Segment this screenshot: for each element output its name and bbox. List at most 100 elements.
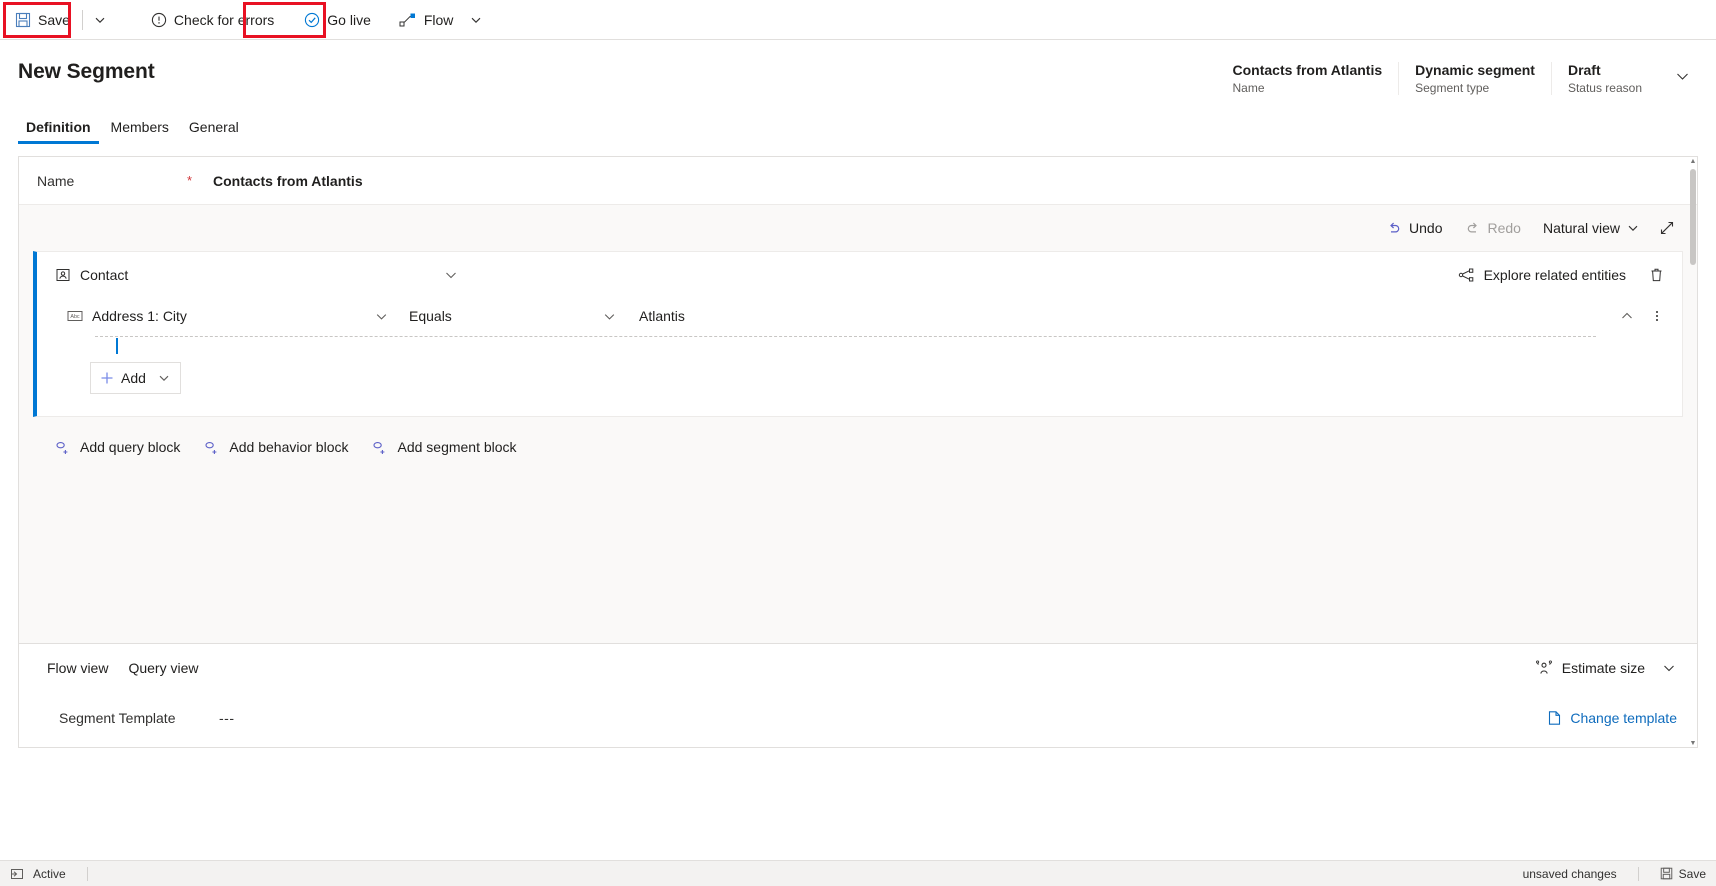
text-attribute-icon: Abc <box>67 309 83 323</box>
add-condition-button[interactable]: Add <box>90 362 181 394</box>
add-behavior-block-label: Add behavior block <box>229 439 349 455</box>
builder-footer: Flow view Query view Estimate size Segme… <box>19 643 1697 747</box>
save-label: Save <box>38 11 70 28</box>
name-field-label: Name <box>37 172 75 189</box>
scroll-down-arrow-icon[interactable]: ▼ <box>1689 739 1697 747</box>
add-block-icon <box>372 440 388 455</box>
add-query-block-button[interactable]: Add query block <box>47 431 188 463</box>
estimate-size-button[interactable]: Estimate size <box>1527 652 1653 684</box>
query-block-header: Contact Explore related entities <box>37 252 1682 298</box>
condition-attribute-field[interactable]: Abc Address 1: City <box>67 308 367 324</box>
query-block-contact: Contact Explore related entities Abc Add… <box>33 251 1683 417</box>
view-mode-dropdown[interactable]: Natural view <box>1533 212 1649 244</box>
footer-view-row: Flow view Query view Estimate size <box>19 644 1697 692</box>
footer-template-row: Segment Template --- Change template <box>19 692 1697 744</box>
query-view-tab[interactable]: Query view <box>118 654 208 682</box>
people-icon <box>1535 660 1553 676</box>
share-nodes-icon <box>1458 267 1475 283</box>
name-field-value[interactable]: Contacts from Atlantis <box>213 173 363 189</box>
statusbar-save-button[interactable]: Save <box>1660 867 1706 881</box>
form-state-icon[interactable] <box>10 867 24 881</box>
query-view-label: Query view <box>128 660 199 676</box>
query-block-collapse-button[interactable] <box>436 260 466 290</box>
header-field-segment-type: Dynamic segment Segment type <box>1398 62 1551 95</box>
condition-value-field[interactable]: Atlantis <box>623 308 685 324</box>
form-vertical-scrollbar[interactable]: ▲ ▼ <box>1689 157 1697 747</box>
error-circle-icon <box>151 12 167 28</box>
expand-diagonal-icon <box>1659 220 1675 236</box>
flow-icon <box>399 12 417 28</box>
command-separator-1 <box>81 9 83 30</box>
condition-collapse-button[interactable] <box>1612 301 1642 331</box>
flow-view-tab[interactable]: Flow view <box>37 654 118 682</box>
plus-icon <box>99 370 115 386</box>
explore-related-entities-button[interactable]: Explore related entities <box>1450 259 1634 291</box>
condition-divider <box>95 336 1596 337</box>
template-page-icon <box>1547 710 1562 726</box>
header-metadata: Contacts from Atlantis Name Dynamic segm… <box>1217 56 1698 95</box>
go-live-button[interactable]: Go live <box>295 4 380 36</box>
check-for-errors-button[interactable]: Check for errors <box>142 4 283 36</box>
statusbar-save-label: Save <box>1678 866 1706 881</box>
tab-label: Members <box>110 119 169 135</box>
flow-dropdown-button[interactable] <box>462 4 490 36</box>
chevron-up-icon <box>1620 309 1634 323</box>
add-block-icon <box>55 440 71 455</box>
tab-label: Definition <box>26 119 91 135</box>
header-field-value: Draft <box>1567 62 1601 78</box>
delete-query-block-button[interactable] <box>1640 259 1672 291</box>
check-for-errors-label: Check for errors <box>173 11 275 28</box>
segment-form-card: Name * Contacts from Atlantis Undo Redo … <box>18 156 1698 748</box>
status-right-group: unsaved changes Save <box>1523 866 1706 881</box>
status-divider-2 <box>1637 866 1639 881</box>
scrollbar-thumb[interactable] <box>1690 169 1696 265</box>
block-actions-row: Add query block Add behavior block Add s… <box>33 417 1683 463</box>
condition-operator-field[interactable]: Equals <box>395 308 595 324</box>
add-condition-label: Add <box>121 370 146 386</box>
chevron-down-icon <box>1627 222 1639 234</box>
condition-attribute-dropdown[interactable] <box>367 302 395 330</box>
tab-definition[interactable]: Definition <box>18 115 99 144</box>
estimate-size-dropdown[interactable] <box>1653 652 1685 684</box>
status-divider <box>86 866 88 881</box>
more-vertical-icon <box>1650 309 1664 323</box>
tab-label: General <box>188 119 239 135</box>
estimate-group: Estimate size <box>1527 652 1685 684</box>
chevron-down-icon <box>94 14 106 26</box>
scroll-up-arrow-icon[interactable]: ▲ <box>1689 157 1697 165</box>
chevron-down-icon <box>158 372 170 384</box>
segment-template-value: --- <box>219 710 235 726</box>
chevron-down-icon <box>1675 69 1690 84</box>
undo-icon <box>1386 220 1402 236</box>
redo-button[interactable]: Redo <box>1455 212 1531 244</box>
add-segment-block-button[interactable]: Add segment block <box>364 431 524 463</box>
view-mode-label: Natural view <box>1542 220 1620 236</box>
change-template-button[interactable]: Change template <box>1539 702 1685 734</box>
add-query-block-label: Add query block <box>80 439 181 455</box>
page-header: New Segment Contacts from Atlantis Name … <box>0 40 1716 110</box>
query-block-zone: Contact Explore related entities Abc Add… <box>19 251 1697 463</box>
chevron-down-icon <box>470 14 482 26</box>
undo-button[interactable]: Undo <box>1376 212 1452 244</box>
header-expand-button[interactable] <box>1666 60 1698 92</box>
contact-entity-icon <box>55 267 71 283</box>
app-root: Save Check for errors Go live Flow New S… <box>0 0 1716 886</box>
add-segment-block-label: Add segment block <box>397 439 517 455</box>
tab-members[interactable]: Members <box>103 115 177 144</box>
condition-more-options-button[interactable] <box>1642 301 1672 331</box>
header-field-label: Name <box>1232 81 1265 95</box>
command-bar: Save Check for errors Go live Flow <box>0 0 1716 40</box>
query-block-entity-label: Contact <box>80 267 129 283</box>
tab-general[interactable]: General <box>181 115 247 144</box>
condition-operator-dropdown[interactable] <box>595 302 623 330</box>
trash-icon <box>1649 267 1664 283</box>
save-dropdown-button[interactable] <box>86 4 114 36</box>
fullscreen-button[interactable] <box>1651 212 1683 244</box>
save-button[interactable]: Save <box>6 4 79 36</box>
redo-label: Redo <box>1487 220 1521 236</box>
condition-value-label: Atlantis <box>639 308 685 324</box>
header-field-status-reason: Draft Status reason <box>1550 62 1658 95</box>
add-behavior-block-button[interactable]: Add behavior block <box>196 431 356 463</box>
status-left-group: Active <box>10 866 100 881</box>
flow-button[interactable]: Flow <box>390 4 463 36</box>
